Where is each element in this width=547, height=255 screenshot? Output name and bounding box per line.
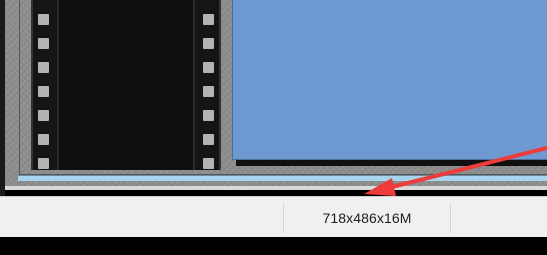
- canvas-bottom-highlight: [18, 175, 547, 181]
- film-perforation: [203, 134, 214, 145]
- film-perforation: [38, 62, 49, 73]
- film-perforation: [203, 110, 214, 121]
- film-perforation: [38, 38, 49, 49]
- window-bottom-edge: [0, 237, 547, 255]
- status-pane-image-size: 718x486x16M: [283, 203, 451, 233]
- image-size-text: 718x486x16M: [322, 210, 412, 226]
- film-perforation: [203, 62, 214, 73]
- film-frame: [57, 0, 195, 170]
- status-pane-right: [451, 203, 547, 233]
- status-bar: 718x486x16M: [0, 196, 547, 237]
- film-perforation: [203, 86, 214, 97]
- status-pane-left: [0, 203, 283, 233]
- film-perforation: [38, 14, 49, 25]
- film-perforation: [203, 158, 214, 169]
- film-strip-thumbnail[interactable]: [31, 0, 221, 170]
- film-perforation: [38, 134, 49, 145]
- film-perforation: [38, 86, 49, 97]
- image-viewport: [0, 0, 547, 196]
- film-perforation: [38, 110, 49, 121]
- film-perforation: [203, 38, 214, 49]
- image-preview[interactable]: [232, 0, 547, 160]
- film-perforation: [203, 14, 214, 25]
- film-perforation: [38, 158, 49, 169]
